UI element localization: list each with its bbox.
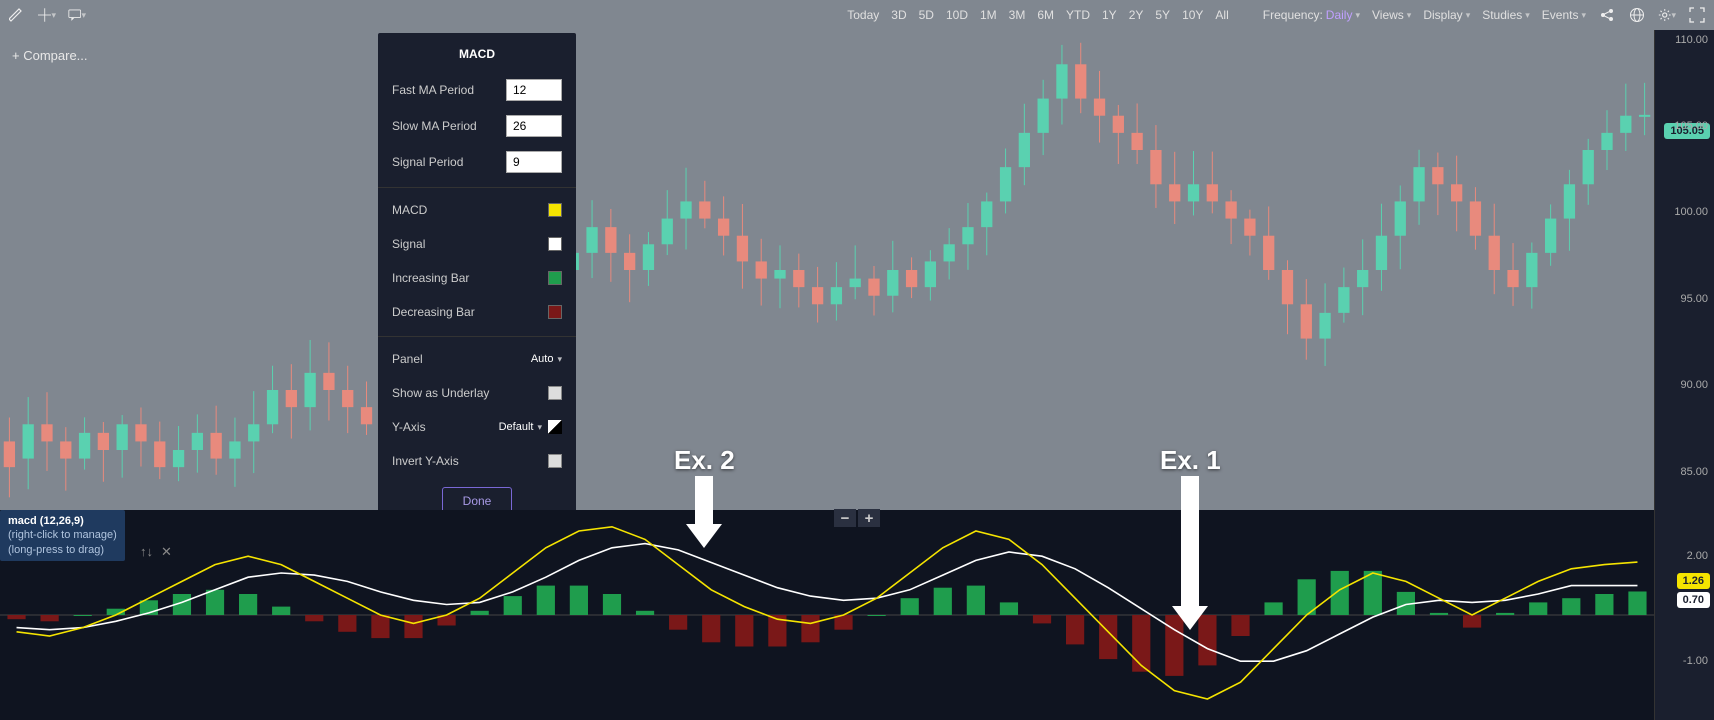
range-1m[interactable]: 1M: [980, 8, 997, 22]
signal-value-tag: 0.70: [1677, 592, 1710, 608]
macd-indicator-panel[interactable]: macd (12,26,9) (right-click to manage) (…: [0, 510, 1714, 720]
zoom-out-button[interactable]: −: [834, 509, 856, 527]
signal-period-label: Signal Period: [392, 155, 463, 169]
draw-tool-icon[interactable]: [8, 6, 26, 24]
range-1y[interactable]: 1Y: [1102, 8, 1117, 22]
indicator-header[interactable]: macd (12,26,9) (right-click to manage) (…: [0, 510, 125, 561]
dialog-title: MACD: [392, 47, 562, 61]
decreasing-bar-swatch[interactable]: [548, 305, 562, 319]
main-price-chart[interactable]: 110.00 105.05 105.00 100.00 95.00 90.00 …: [0, 30, 1714, 510]
yaxis-label: Y-Axis: [392, 420, 426, 434]
fullscreen-icon[interactable]: [1688, 6, 1706, 24]
range-6m[interactable]: 6M: [1037, 8, 1054, 22]
range-10y[interactable]: 10Y: [1182, 8, 1203, 22]
ytick: 85.00: [1680, 466, 1708, 478]
signal-color-swatch[interactable]: [548, 237, 562, 251]
ytick: 90.00: [1680, 379, 1708, 391]
macd-color-swatch[interactable]: [548, 203, 562, 217]
underlay-label: Show as Underlay: [392, 386, 489, 400]
frequency-label: Frequency:: [1263, 8, 1323, 22]
underlay-checkbox[interactable]: [548, 386, 562, 400]
macd-settings-dialog: MACD Fast MA Period Slow MA Period Signa…: [378, 33, 576, 529]
range-5d[interactable]: 5D: [919, 8, 934, 22]
main-y-axis[interactable]: 110.00 105.05 105.00 100.00 95.00 90.00 …: [1654, 30, 1714, 510]
frequency-value: Daily: [1326, 8, 1353, 22]
range-5y[interactable]: 5Y: [1155, 8, 1170, 22]
macd-value-tag: 1.26: [1677, 573, 1710, 589]
share-icon[interactable]: [1598, 6, 1616, 24]
indicator-title: macd (12,26,9): [8, 514, 117, 528]
indicator-y-axis[interactable]: 2.00 1.26 0.70 -1.00: [1654, 510, 1714, 720]
range-today[interactable]: Today: [847, 8, 879, 22]
indicator-hint1: (right-click to manage): [8, 528, 117, 542]
ytick: 95.00: [1680, 293, 1708, 305]
display-menu[interactable]: Display▾: [1423, 8, 1470, 22]
yaxis-color-swatch[interactable]: [548, 420, 562, 434]
range-2y[interactable]: 2Y: [1129, 8, 1144, 22]
frequency-menu[interactable]: Frequency: Daily ▾: [1263, 8, 1360, 22]
fast-ma-label: Fast MA Period: [392, 83, 474, 97]
views-menu[interactable]: Views▾: [1372, 8, 1411, 22]
annotation-ex1: Ex. 1: [1160, 445, 1221, 630]
events-menu[interactable]: Events▾: [1542, 8, 1586, 22]
studies-menu[interactable]: Studies▾: [1482, 8, 1530, 22]
globe-icon[interactable]: [1628, 6, 1646, 24]
range-3m[interactable]: 3M: [1009, 8, 1026, 22]
ind-ytick: -1.00: [1683, 655, 1708, 667]
macd-color-label: MACD: [392, 203, 427, 217]
ytick: 105.00: [1674, 120, 1708, 132]
signal-period-input[interactable]: [506, 151, 562, 173]
close-icon[interactable]: ✕: [161, 544, 172, 560]
crosshair-icon[interactable]: ▾: [38, 6, 56, 24]
panel-label: Panel: [392, 352, 423, 366]
indicator-hint2: (long-press to drag): [8, 543, 117, 557]
zoom-in-button[interactable]: +: [858, 509, 880, 527]
slow-ma-input[interactable]: [506, 115, 562, 137]
comment-icon[interactable]: ▾: [68, 6, 86, 24]
gear-icon[interactable]: ▾: [1658, 6, 1676, 24]
invert-yaxis-label: Invert Y-Axis: [392, 454, 459, 468]
yaxis-select[interactable]: Default▾: [499, 421, 542, 433]
ytick: 110.00: [1675, 34, 1708, 46]
slow-ma-label: Slow MA Period: [392, 119, 477, 133]
collapse-icon[interactable]: ↑↓: [140, 544, 153, 560]
decreasing-bar-label: Decreasing Bar: [392, 305, 475, 319]
increasing-bar-label: Increasing Bar: [392, 271, 469, 285]
increasing-bar-swatch[interactable]: [548, 271, 562, 285]
top-toolbar: ▾ ▾ Today 3D 5D 10D 1M 3M 6M YTD 1Y 2Y 5…: [0, 0, 1714, 30]
panel-select[interactable]: Auto▾: [531, 353, 562, 365]
signal-color-label: Signal: [392, 237, 425, 251]
range-10d[interactable]: 10D: [946, 8, 968, 22]
invert-yaxis-checkbox[interactable]: [548, 454, 562, 468]
range-3d[interactable]: 3D: [891, 8, 906, 22]
range-ytd[interactable]: YTD: [1066, 8, 1090, 22]
fast-ma-input[interactable]: [506, 79, 562, 101]
ytick: 100.00: [1674, 206, 1708, 218]
annotation-ex2: Ex. 2: [674, 445, 735, 548]
ind-ytick: 2.00: [1687, 550, 1708, 562]
range-all[interactable]: All: [1215, 8, 1228, 22]
